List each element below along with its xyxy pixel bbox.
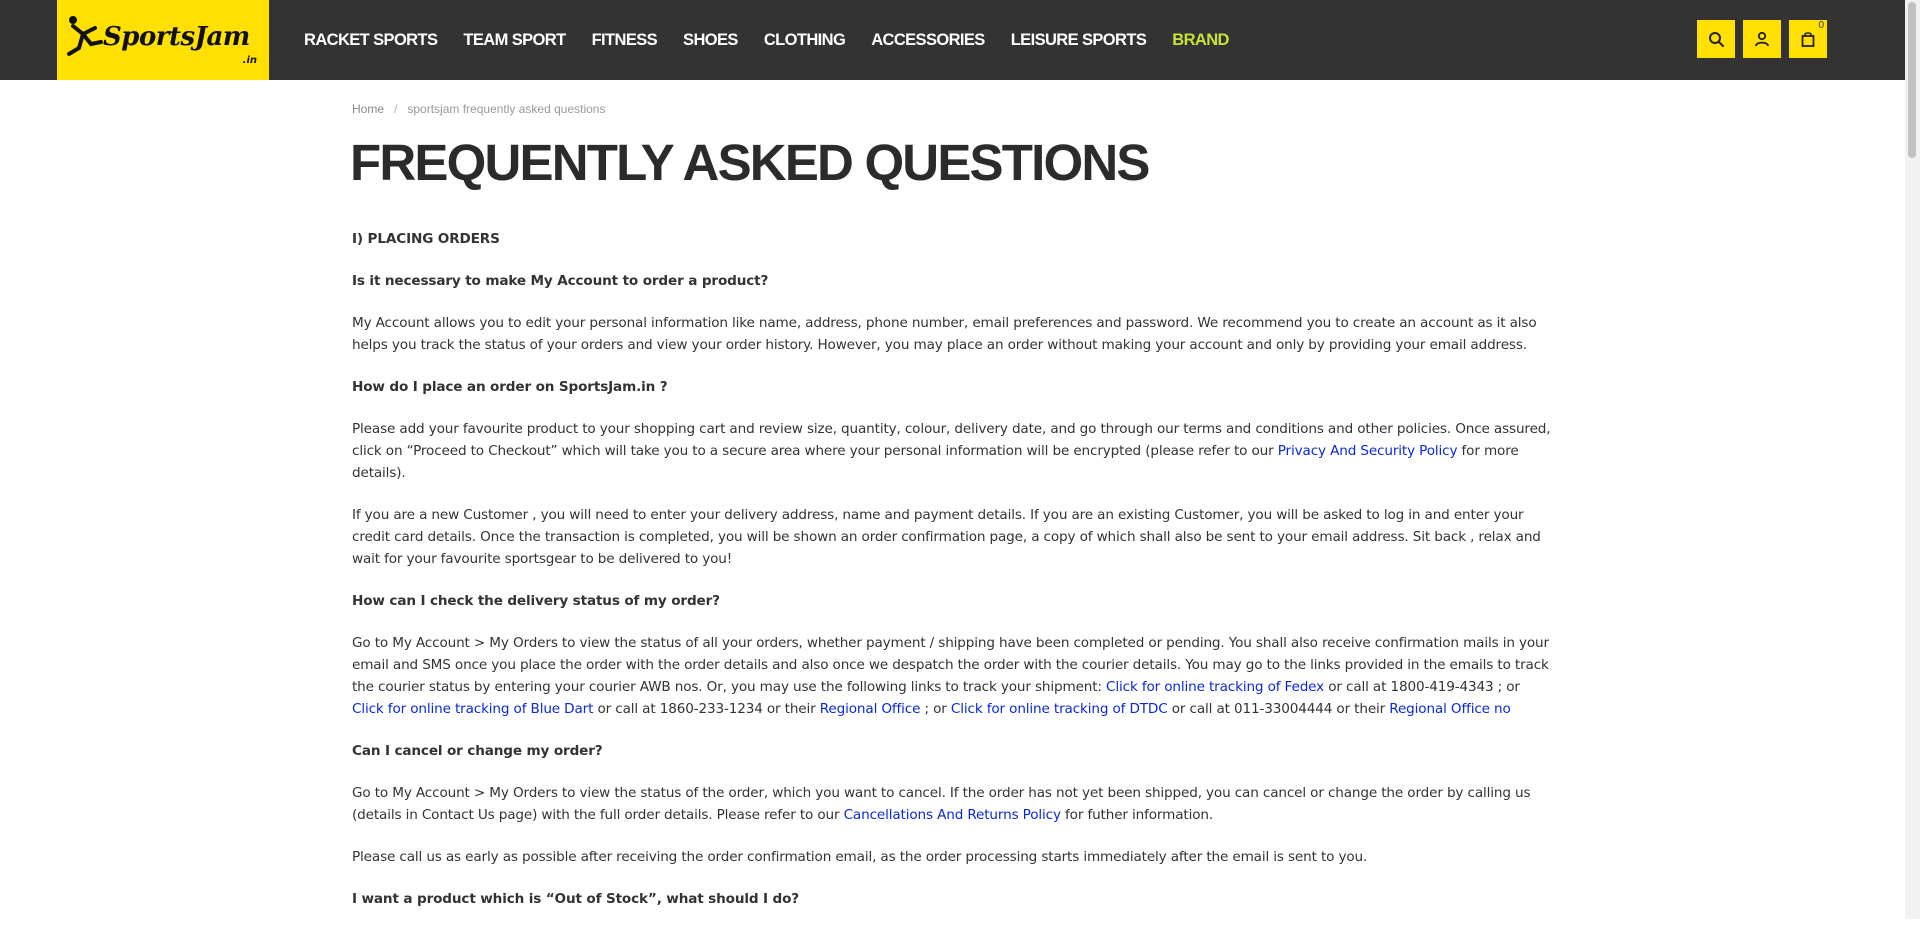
scrollbar-thumb[interactable] [1908, 2, 1916, 158]
nav-leisure-sports[interactable]: LEISURE SPORTS [1011, 31, 1147, 50]
faq-question: Is it necessary to make My Account to or… [352, 273, 769, 289]
faq-answer: Please add your favourite product to you… [352, 418, 1552, 484]
breadcrumb-home[interactable]: Home [352, 102, 384, 116]
answer-text: or call at 1860-233-1234 or their [593, 701, 820, 717]
cart-button[interactable]: 0 [1789, 20, 1827, 58]
logo-text: SportsJam [103, 22, 250, 52]
faq-answer: My Account allows you to edit your perso… [352, 315, 1537, 353]
nav-team-sport[interactable]: TEAM SPORT [463, 31, 566, 50]
user-icon [1755, 31, 1769, 47]
faq-section-heading: I) PLACING ORDERS [352, 231, 500, 247]
nav-fitness[interactable]: FITNESS [592, 31, 658, 50]
faq-question: How can I check the delivery status of m… [352, 593, 720, 609]
bluedart-tracking-link[interactable]: Click for online tracking of Blue Dart [352, 701, 593, 717]
page-title: FREQUENTLY ASKED QUESTIONS [350, 134, 1150, 191]
nav-racket-sports[interactable]: RACKET SPORTS [304, 31, 438, 50]
nav-brand[interactable]: BRAND [1172, 31, 1229, 50]
answer-text: for futher information. [1060, 807, 1214, 823]
search-button[interactable] [1697, 20, 1735, 58]
faq-question: How do I place an order on SportsJam.in … [352, 379, 668, 395]
breadcrumb: Home / sportsjam frequently asked question… [352, 100, 1552, 118]
nav-shoes[interactable]: SHOES [683, 31, 738, 50]
faq-answer: Go to My Account > My Orders to view the… [352, 782, 1552, 826]
nav-clothing[interactable]: CLOTHING [764, 31, 846, 50]
privacy-policy-link[interactable]: Privacy And Security Policy [1278, 443, 1458, 459]
player-kick-icon [67, 16, 103, 56]
faq-answer: If you are a new Customer , you will nee… [352, 507, 1541, 567]
main-content: Home / sportsjam frequently asked question… [350, 100, 1552, 930]
breadcrumb-current: sportsjam frequently asked questions [407, 102, 606, 116]
answer-text: ; or [920, 701, 951, 717]
cancellation-policy-link[interactable]: Cancellations And Returns Policy [844, 807, 1061, 823]
search-icon [1709, 32, 1724, 47]
answer-text: or call at 1800-419-4343 ; or [1324, 679, 1520, 695]
faq-question: Can I cancel or change my order? [352, 743, 603, 759]
account-button[interactable] [1743, 20, 1781, 58]
bluedart-regional-office-link[interactable]: Regional Office [820, 701, 921, 717]
faq-body: I) PLACING ORDERS Is it necessary to mak… [352, 228, 1552, 910]
shopping-bag-icon [1801, 32, 1815, 47]
site-header: SportsJam .in RACKET SPORTS TEAM SPORT F… [0, 0, 1920, 80]
main-nav: RACKET SPORTS TEAM SPORT FITNESS SHOES C… [304, 0, 1255, 80]
fedex-tracking-link[interactable]: Click for online tracking of Fedex [1106, 679, 1324, 695]
page-scrollbar[interactable] [1905, 0, 1920, 919]
header-actions: 0 [1697, 20, 1835, 58]
faq-question: I want a product which is “Out of Stock”… [352, 891, 800, 907]
logo-subtext: .in [242, 55, 257, 66]
breadcrumb-separator: / [394, 102, 398, 116]
cart-count: 0 [1818, 20, 1824, 31]
dtdc-regional-office-link[interactable]: Regional Office no [1389, 701, 1511, 717]
nav-accessories[interactable]: ACCESSORIES [871, 31, 985, 50]
answer-text: or call at 011-33004444 or their [1167, 701, 1390, 717]
faq-answer: Go to My Account > My Orders to view the… [352, 632, 1552, 720]
dtdc-tracking-link[interactable]: Click for online tracking of DTDC [951, 701, 1168, 717]
site-logo[interactable]: SportsJam .in [57, 0, 269, 80]
faq-answer: Please call us as early as possible afte… [352, 849, 1368, 865]
